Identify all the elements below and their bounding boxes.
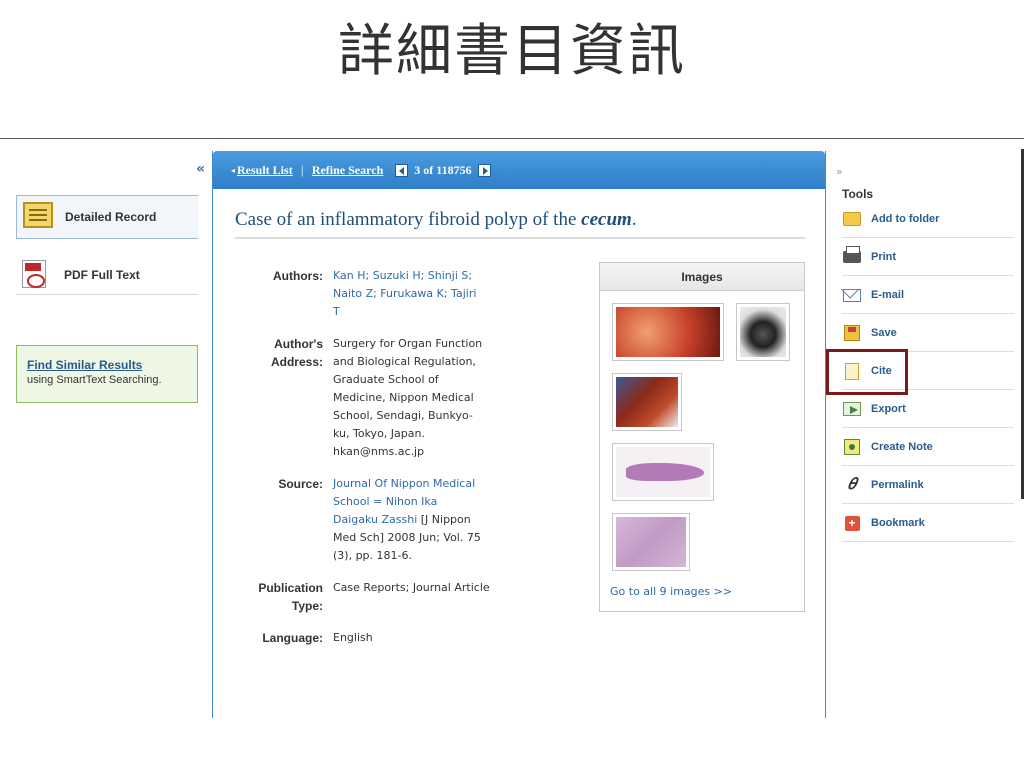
record-title-period: . — [631, 209, 637, 230]
tool-label: Bookmark — [871, 517, 925, 529]
link-icon: 𝜃 — [847, 476, 857, 493]
record-fields: Authors: Kan H; Suzuki H; Shinji S; Nait… — [235, 267, 585, 661]
tool-label: Save — [871, 327, 897, 339]
email-icon — [842, 286, 862, 304]
pubtype-field: Publication Type: Case Reports; Journal … — [235, 579, 585, 615]
record-icon — [23, 202, 55, 232]
go-to-all-images-link[interactable]: Go to all 9 images >> — [610, 585, 732, 598]
detailed-record-tab[interactable]: Detailed Record — [16, 195, 198, 239]
images-panel: Images Go to all 9 images >> — [599, 262, 805, 612]
pdf-full-text-label: PDF Full Text — [64, 267, 140, 282]
next-record-button[interactable] — [477, 163, 491, 177]
tool-bookmark[interactable]: + Bookmark — [842, 505, 1014, 542]
authors-field: Authors: Kan H; Suzuki H; Shinji S; Nait… — [235, 267, 585, 321]
tool-label: Export — [871, 403, 906, 415]
address-value: Surgery for Organ Function and Biologica… — [333, 337, 483, 458]
detailed-record-label: Detailed Record — [65, 210, 157, 224]
slide-title: 詳細書目資訊 — [338, 19, 686, 84]
language-label: Language: — [262, 631, 323, 645]
record-title-highlight: cecum — [581, 209, 632, 230]
image-thumbnail-colonoscopy[interactable] — [612, 303, 724, 361]
tool-create-note[interactable]: Create Note — [842, 429, 1014, 466]
tool-label: Print — [871, 251, 897, 263]
result-list-link[interactable]: Result List — [237, 163, 293, 178]
pdf-icon — [22, 259, 54, 290]
pdf-full-text-link[interactable]: PDF Full Text — [16, 255, 198, 295]
record-position: 3 of 118756 — [414, 162, 472, 177]
record-title-text: Case of an inflammatory fibroid polyp of… — [235, 209, 582, 230]
tool-label: Cite — [871, 365, 892, 377]
record-title: Case of an inflammatory fibroid polyp of… — [235, 209, 805, 239]
authors-value[interactable]: Kan H; Suzuki H; Shinji S; Naito Z; Furu… — [333, 267, 483, 321]
back-arrow-icon: ◂ — [231, 165, 236, 175]
folder-icon — [842, 210, 862, 228]
tool-add-to-folder[interactable]: Add to folder — [842, 201, 1014, 238]
result-nav-bar: ◂ Result List | Refine Search 3 of 11875… — [213, 151, 825, 189]
tool-label: Create Note — [871, 441, 933, 453]
authors-label: Authors: — [273, 269, 323, 283]
tool-cite[interactable]: Cite — [842, 353, 1014, 390]
address-field: Author's Address: Surgery for Organ Func… — [235, 335, 585, 461]
tool-print[interactable]: Print — [842, 239, 1014, 276]
pubtype-value: Case Reports; Journal Article — [333, 581, 490, 594]
pubtype-label: Publication Type: — [258, 581, 323, 613]
image-thumbnail-xray[interactable] — [736, 303, 790, 361]
language-field: Language: English — [235, 629, 585, 647]
note-icon — [842, 438, 862, 456]
record-panel: ◂ Result List | Refine Search 3 of 11875… — [212, 151, 826, 718]
tool-email[interactable]: E-mail — [842, 277, 1014, 314]
image-thumbnail-microscopy[interactable] — [612, 513, 690, 571]
previous-record-button[interactable] — [395, 163, 409, 177]
tool-label: E-mail — [871, 289, 905, 301]
export-icon — [842, 400, 862, 418]
find-similar-box: Find Similar Results using SmartText Sea… — [16, 345, 198, 403]
tools-panel: » Tools Add to folder Print E-mail Save … — [826, 139, 1024, 718]
save-icon — [842, 324, 862, 342]
left-sidebar: « Detailed Record PDF Full Text Find Sim… — [0, 139, 212, 718]
tools-heading: Tools — [842, 187, 874, 201]
find-similar-link[interactable]: Find Similar Results — [27, 358, 197, 372]
address-label: Author's Address: — [270, 337, 323, 369]
collapse-right-button[interactable]: » — [836, 165, 843, 178]
tool-label: Permalink — [871, 479, 924, 491]
images-header: Images — [600, 263, 804, 291]
tool-save[interactable]: Save — [842, 315, 1014, 352]
tool-permalink[interactable]: 𝜃 Permalink — [842, 467, 1014, 504]
nav-separator: | — [300, 163, 304, 177]
language-value: English — [333, 631, 373, 644]
source-field: Source: Journal Of Nippon Medical School… — [235, 475, 585, 565]
tool-export[interactable]: Export — [842, 391, 1014, 428]
image-thumbnail-specimen[interactable] — [612, 373, 682, 431]
cite-icon — [842, 362, 862, 380]
source-label: Source: — [278, 477, 323, 491]
ebsco-detailed-record-screenshot: « Detailed Record PDF Full Text Find Sim… — [0, 138, 1024, 718]
image-thumbnail-histology[interactable] — [612, 443, 714, 501]
refine-search-link[interactable]: Refine Search — [312, 163, 383, 178]
collapse-left-button[interactable]: « — [196, 161, 205, 177]
find-similar-subtext: using SmartText Searching. — [27, 374, 162, 386]
tool-label: Add to folder — [871, 213, 940, 225]
bookmark-icon: + — [842, 514, 862, 532]
source-value: Journal Of Nippon Medical School = Nihon… — [333, 475, 483, 565]
printer-icon — [842, 246, 862, 266]
